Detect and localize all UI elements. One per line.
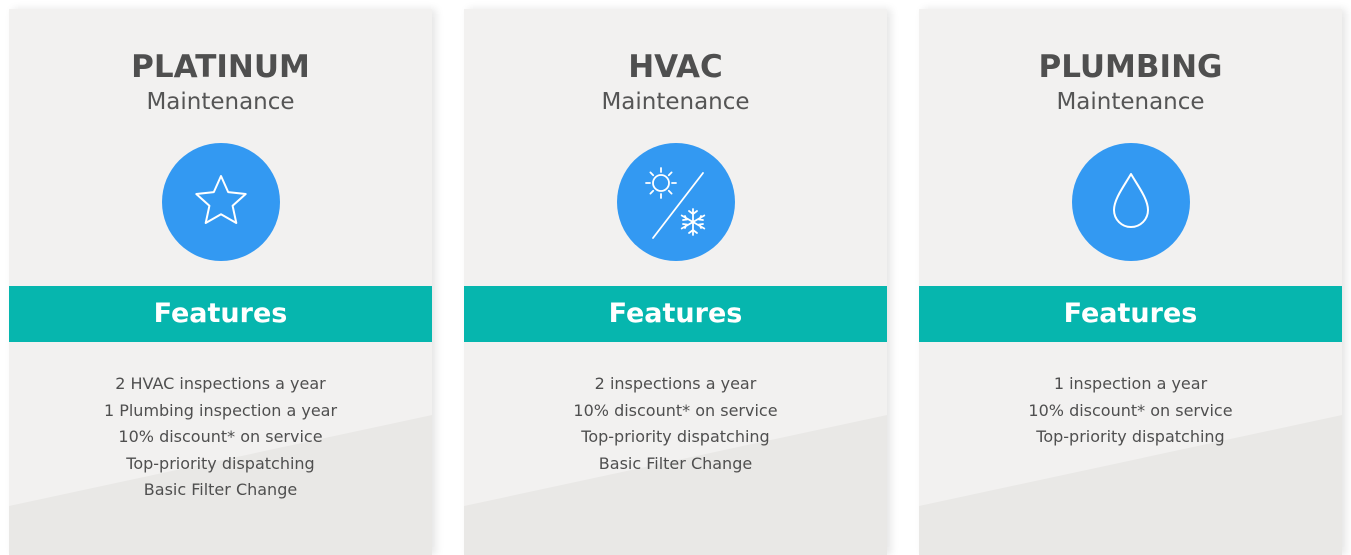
features-header: Features	[464, 286, 887, 342]
feature-item: 1 Plumbing inspection a year	[103, 400, 338, 420]
features-list: 2 HVAC inspections a year 1 Plumbing ins…	[9, 371, 432, 504]
feature-item: 2 HVAC inspections a year	[115, 374, 326, 393]
plan-title: HVAC	[628, 49, 723, 85]
star-icon	[161, 143, 280, 261]
plan-subtitle: Maintenance	[1056, 89, 1205, 115]
plan-subtitle: Maintenance	[601, 89, 750, 115]
feature-item: Top-priority dispatching	[126, 453, 315, 473]
water-drop-icon	[1071, 143, 1190, 261]
features-list: 2 inspections a year 10% discount* on se…	[464, 371, 887, 477]
plan-title: PLUMBING	[1038, 49, 1223, 85]
plan-card-platinum: PLATINUM Maintenance Features 2 HVAC ins…	[9, 9, 432, 555]
plan-cards: PLATINUM Maintenance Features 2 HVAC ins…	[0, 0, 1351, 555]
feature-item: Basic Filter Change	[598, 453, 753, 473]
feature-item: 10% discount* on service	[1028, 400, 1233, 420]
feature-item: 2 inspections a year	[594, 374, 757, 393]
feature-item: Top-priority dispatching	[581, 427, 770, 446]
features-header: Features	[919, 286, 1342, 342]
plan-card-plumbing: PLUMBING Maintenance Features 1 inspecti…	[919, 9, 1342, 555]
plan-subtitle: Maintenance	[146, 89, 295, 115]
feature-item: 1 inspection a year	[1053, 374, 1208, 393]
feature-item: Basic Filter Change	[143, 480, 298, 499]
feature-item: Top-priority dispatching	[1036, 427, 1225, 446]
plan-card-hvac: HVAC Maintenance Features 2 inspections …	[464, 9, 887, 555]
feature-item: 10% discount* on service	[118, 427, 323, 446]
features-list: 1 inspection a year 10% discount* on ser…	[919, 371, 1342, 451]
plan-title: PLATINUM	[131, 49, 310, 85]
sun-snowflake-icon	[616, 143, 735, 261]
features-header: Features	[9, 286, 432, 342]
feature-item: 10% discount* on service	[573, 400, 778, 420]
